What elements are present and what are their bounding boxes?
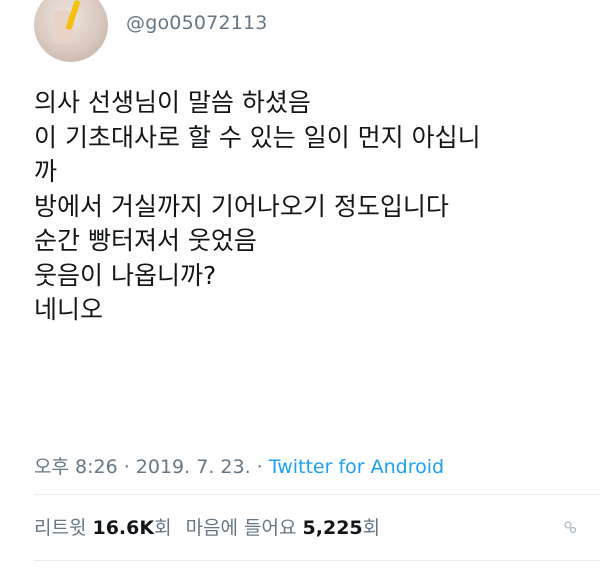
retweet-label: 리트윗 [34, 517, 93, 539]
tweet-header: @go05072113 [0, 0, 600, 70]
tweet-line: 순간 빵터져서 웃었음 [34, 226, 257, 255]
tweet-text: 의사 선생님이 말씀 하셨음 이 기초대사로 할 수 있는 일이 먼지 아십니 … [34, 86, 574, 328]
like-unit: 회 [362, 517, 381, 539]
retweet-stat[interactable]: 리트윗 16.6K회 [34, 517, 172, 539]
divider [34, 560, 600, 561]
like-count: 5,225 [302, 517, 363, 539]
tweet-source-link[interactable]: Twitter for Android [269, 456, 444, 478]
retweet-unit: 회 [154, 517, 172, 539]
divider [34, 494, 600, 495]
like-stat[interactable]: 마음에 들어요 5,225회 [186, 517, 381, 539]
tweet-line: 까 [34, 157, 58, 186]
tweet-line: 의사 선생님이 말씀 하셨음 [34, 88, 311, 117]
like-label: 마음에 들어요 [185, 517, 303, 539]
retweet-count: 16.6K [92, 517, 155, 539]
tweet-line: 이 기초대사로 할 수 있는 일이 먼지 아십니 [34, 122, 481, 152]
avatar[interactable] [34, 0, 108, 62]
tweet-time[interactable]: 오후 8:26 [34, 456, 118, 478]
tweet-line: 네니오 [34, 295, 104, 324]
tweet-line: 방에서 거실까지 기어나오기 정도입니다 [34, 191, 449, 221]
meta-separator: · [250, 456, 269, 478]
meta-separator: · [117, 456, 136, 478]
user-handle[interactable]: @go05072113 [126, 12, 268, 34]
tweet-stats: 리트윗 16.6K회 마음에 들어요 5,225회 [34, 513, 380, 540]
tweet-date[interactable]: 2019. 7. 23. [136, 456, 251, 478]
tweet-card: @go05072113 의사 선생님이 말씀 하셨음 이 기초대사로 할 수 있… [0, 0, 600, 576]
tweet-line: 웃음이 나옵니까? [34, 260, 217, 290]
tweet-meta: 오후 8:26 · 2019. 7. 23. · Twitter for And… [34, 452, 444, 479]
liked-by-faces-icon[interactable] [562, 520, 578, 536]
